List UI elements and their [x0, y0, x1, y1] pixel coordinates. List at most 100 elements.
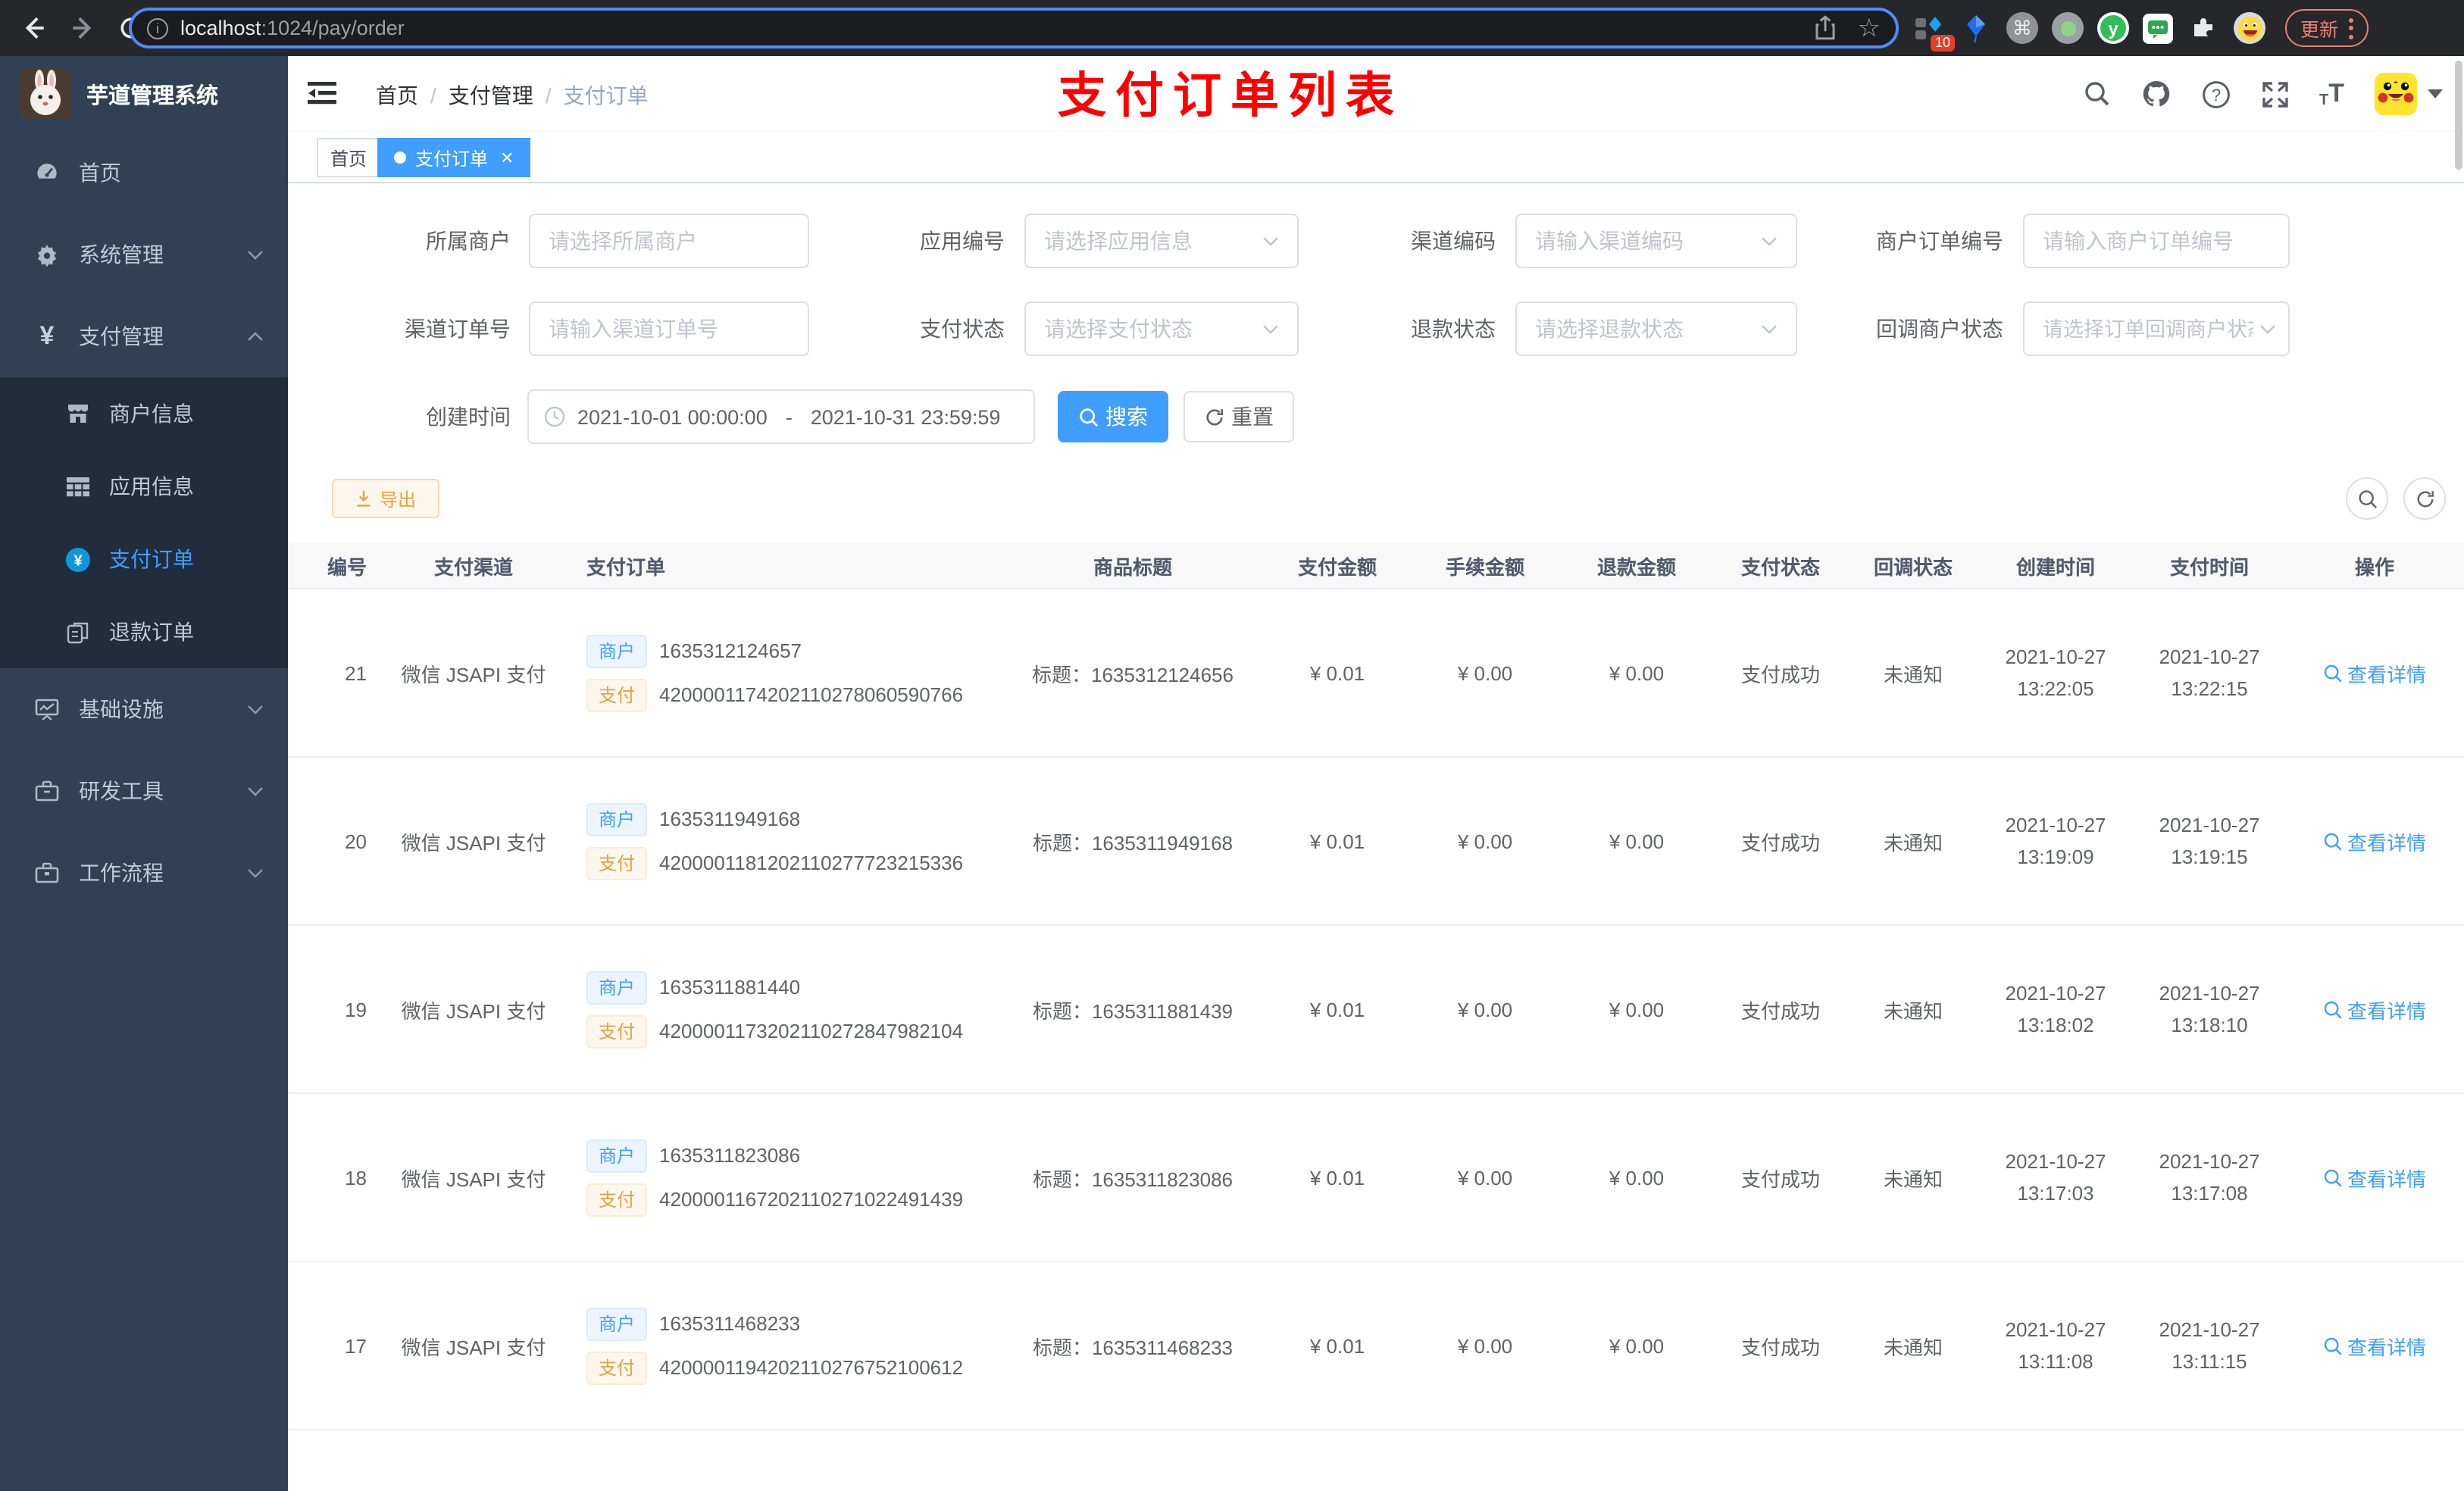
- cell-title: 标题：1635311823086: [1032, 1167, 1234, 1190]
- sidebar-item-label: 基础设施: [79, 697, 164, 721]
- bookmark-star-icon[interactable]: ☆: [1858, 15, 1881, 41]
- refresh-table-button[interactable]: [2403, 477, 2446, 520]
- page-scrollbar[interactable]: [2455, 61, 2462, 170]
- cell-create-time: 2021-10-27 13:18:02: [2005, 982, 2106, 1036]
- sidebar-item-merchant-info[interactable]: 商户信息: [0, 377, 288, 450]
- app-logo-rabbit-avatar: [20, 68, 71, 120]
- app-title: 芋道管理系统: [86, 84, 218, 108]
- sidebar-item-pay-order[interactable]: ¥ 支付订单: [0, 523, 288, 595]
- view-detail-link[interactable]: 查看详情: [2323, 827, 2426, 855]
- tab-home[interactable]: 首页: [317, 138, 381, 177]
- cell-amount: ¥ 0.01: [1309, 1334, 1365, 1357]
- filter-label-channel-code: 渠道编码: [1411, 229, 1496, 253]
- monitor-chart-icon: [33, 698, 61, 720]
- merchant-select[interactable]: [529, 214, 809, 268]
- toggle-search-button[interactable]: [2346, 477, 2388, 520]
- sidebar-item-workflow[interactable]: 工作流程: [0, 832, 288, 914]
- view-detail-link[interactable]: 查看详情: [2323, 995, 2426, 1024]
- sidebar-item-system[interactable]: 系统管理: [0, 214, 288, 295]
- merchant-order-no-input[interactable]: [2023, 214, 2290, 268]
- cell-channel: 微信 JSAPI 支付: [401, 663, 546, 686]
- date-start[interactable]: 2021-10-01 00:00:00: [577, 405, 768, 428]
- puzzle-extensions-icon[interactable]: [2187, 11, 2220, 45]
- site-info-icon[interactable]: i: [147, 17, 168, 39]
- export-button[interactable]: 导出: [332, 479, 439, 518]
- view-detail-link[interactable]: 查看详情: [2323, 658, 2426, 687]
- close-tab-icon[interactable]: ✕: [500, 148, 514, 167]
- cell-title: 标题：1635311881439: [1032, 999, 1234, 1022]
- breadcrumb-pay-order: 支付订单: [563, 83, 649, 108]
- view-detail-link[interactable]: 查看详情: [2323, 1331, 2426, 1360]
- sidebar-item-label: 系统管理: [79, 242, 164, 267]
- cell-notify-status: 未通知: [1883, 999, 1943, 1022]
- fullscreen-icon[interactable]: [2260, 80, 2289, 108]
- sidebar-item-home[interactable]: 首页: [0, 132, 288, 214]
- github-icon[interactable]: [2140, 79, 2171, 109]
- column-header-channel: 支付渠道: [433, 555, 513, 578]
- kite-extension-icon[interactable]: [1959, 11, 1993, 45]
- column-header-create-time: 创建时间: [2015, 555, 2095, 578]
- breadcrumb-home[interactable]: 首页: [376, 83, 418, 108]
- cell-action: 查看详情: [2285, 995, 2464, 1024]
- address-bar[interactable]: i localhost:1024/pay/order ☆: [129, 8, 1899, 48]
- sidebar: 芋道管理系统 首页 系统管理 ¥ 支付管理 商户信息 应用信息 ¥ 支付订单 退…: [0, 56, 288, 1491]
- tampermonkey-extension-icon[interactable]: 10: [1912, 11, 1955, 51]
- cell-pay-time: 2021-10-27 13:18:10: [2159, 982, 2260, 1036]
- pay-status-select[interactable]: [1024, 302, 1299, 356]
- cell-refund: ¥ 0.00: [1609, 1166, 1665, 1189]
- merchant-tag: 商户: [586, 1139, 648, 1172]
- url-text[interactable]: localhost:1024/pay/order: [180, 17, 405, 39]
- command-extension-icon[interactable]: ⌘: [2006, 12, 2038, 44]
- callback-status-select[interactable]: [2023, 302, 2290, 356]
- merchant-order-no: 1635311949168: [659, 808, 801, 830]
- table-row: 商户 1635311351736: [288, 1430, 2464, 1489]
- sidebar-item-refund-order[interactable]: 退款订单: [0, 595, 288, 668]
- create-time-range-picker[interactable]: 2021-10-01 00:00:00 - 2021-10-31 23:59:5…: [527, 389, 1035, 444]
- forward-icon[interactable]: [67, 13, 97, 43]
- app-select[interactable]: [1024, 214, 1299, 268]
- cell-create-time: 2021-10-27 13:19:09: [2005, 814, 2106, 868]
- cell-status: 支付成功: [1740, 1336, 1820, 1358]
- browser-update-menu-button[interactable]: 更新: [2285, 9, 2369, 47]
- breadcrumb-pay-manage[interactable]: 支付管理: [449, 83, 533, 108]
- channel-code-select[interactable]: [1515, 214, 1797, 268]
- back-icon[interactable]: [18, 13, 48, 43]
- font-size-icon[interactable]: TT: [2319, 79, 2344, 109]
- y-logo-extension-icon[interactable]: y: [2097, 12, 2129, 44]
- date-separator: -: [785, 405, 793, 428]
- sidebar-item-devtools[interactable]: 研发工具: [0, 750, 288, 832]
- toolbox-icon: [33, 780, 61, 802]
- cell-notify-status: 未通知: [1883, 1336, 1943, 1358]
- user-menu[interactable]: [2375, 73, 2443, 115]
- header-search-icon[interactable]: [2083, 80, 2110, 108]
- refund-status-select[interactable]: [1515, 302, 1797, 356]
- search-button[interactable]: 搜索: [1058, 391, 1168, 442]
- tab-pay-order[interactable]: 支付订单 ✕: [377, 138, 531, 177]
- table-row: 21 微信 JSAPI 支付 商户 1635312124657 支付 42000…: [288, 589, 2464, 758]
- date-end[interactable]: 2021-10-31 23:59:59: [811, 405, 1001, 428]
- cell-amount: ¥ 0.01: [1309, 998, 1365, 1021]
- cell-fee: ¥ 0.00: [1457, 998, 1513, 1021]
- reset-button[interactable]: 重置: [1184, 391, 1294, 442]
- share-icon[interactable]: [1814, 15, 1837, 41]
- cell-status: 支付成功: [1740, 831, 1820, 854]
- chat-extension-icon[interactable]: [2143, 13, 2173, 43]
- sidebar-item-label: 应用信息: [109, 474, 194, 499]
- extension-badge: 10: [1930, 34, 1955, 51]
- top-navbar: 首页 / 支付管理 / 支付订单 支付订单列表 ? TT: [288, 56, 2464, 132]
- help-question-icon[interactable]: ?: [2201, 80, 2230, 108]
- view-detail-link[interactable]: 查看详情: [2323, 1163, 2426, 1192]
- cell-channel: 微信 JSAPI 支付: [401, 999, 546, 1022]
- dot-extension-icon[interactable]: [2052, 12, 2084, 44]
- app-logo-row[interactable]: 芋道管理系统: [0, 56, 288, 132]
- sidebar-item-app-info[interactable]: 应用信息: [0, 450, 288, 523]
- sidebar-item-payment[interactable]: ¥ 支付管理: [0, 295, 288, 377]
- cell-pay-time: 2021-10-27 13:19:15: [2159, 814, 2260, 868]
- channel-order-no-input[interactable]: [529, 302, 809, 356]
- emoji-extension-icon[interactable]: [2234, 12, 2265, 44]
- sidebar-item-infrastructure[interactable]: 基础设施: [0, 668, 288, 750]
- sidebar-collapse-icon[interactable]: [308, 79, 336, 108]
- payment-submenu: 商户信息 应用信息 ¥ 支付订单 退款订单: [0, 377, 288, 668]
- sidebar-item-label: 首页: [79, 161, 121, 185]
- caret-down-icon: [2428, 89, 2443, 98]
